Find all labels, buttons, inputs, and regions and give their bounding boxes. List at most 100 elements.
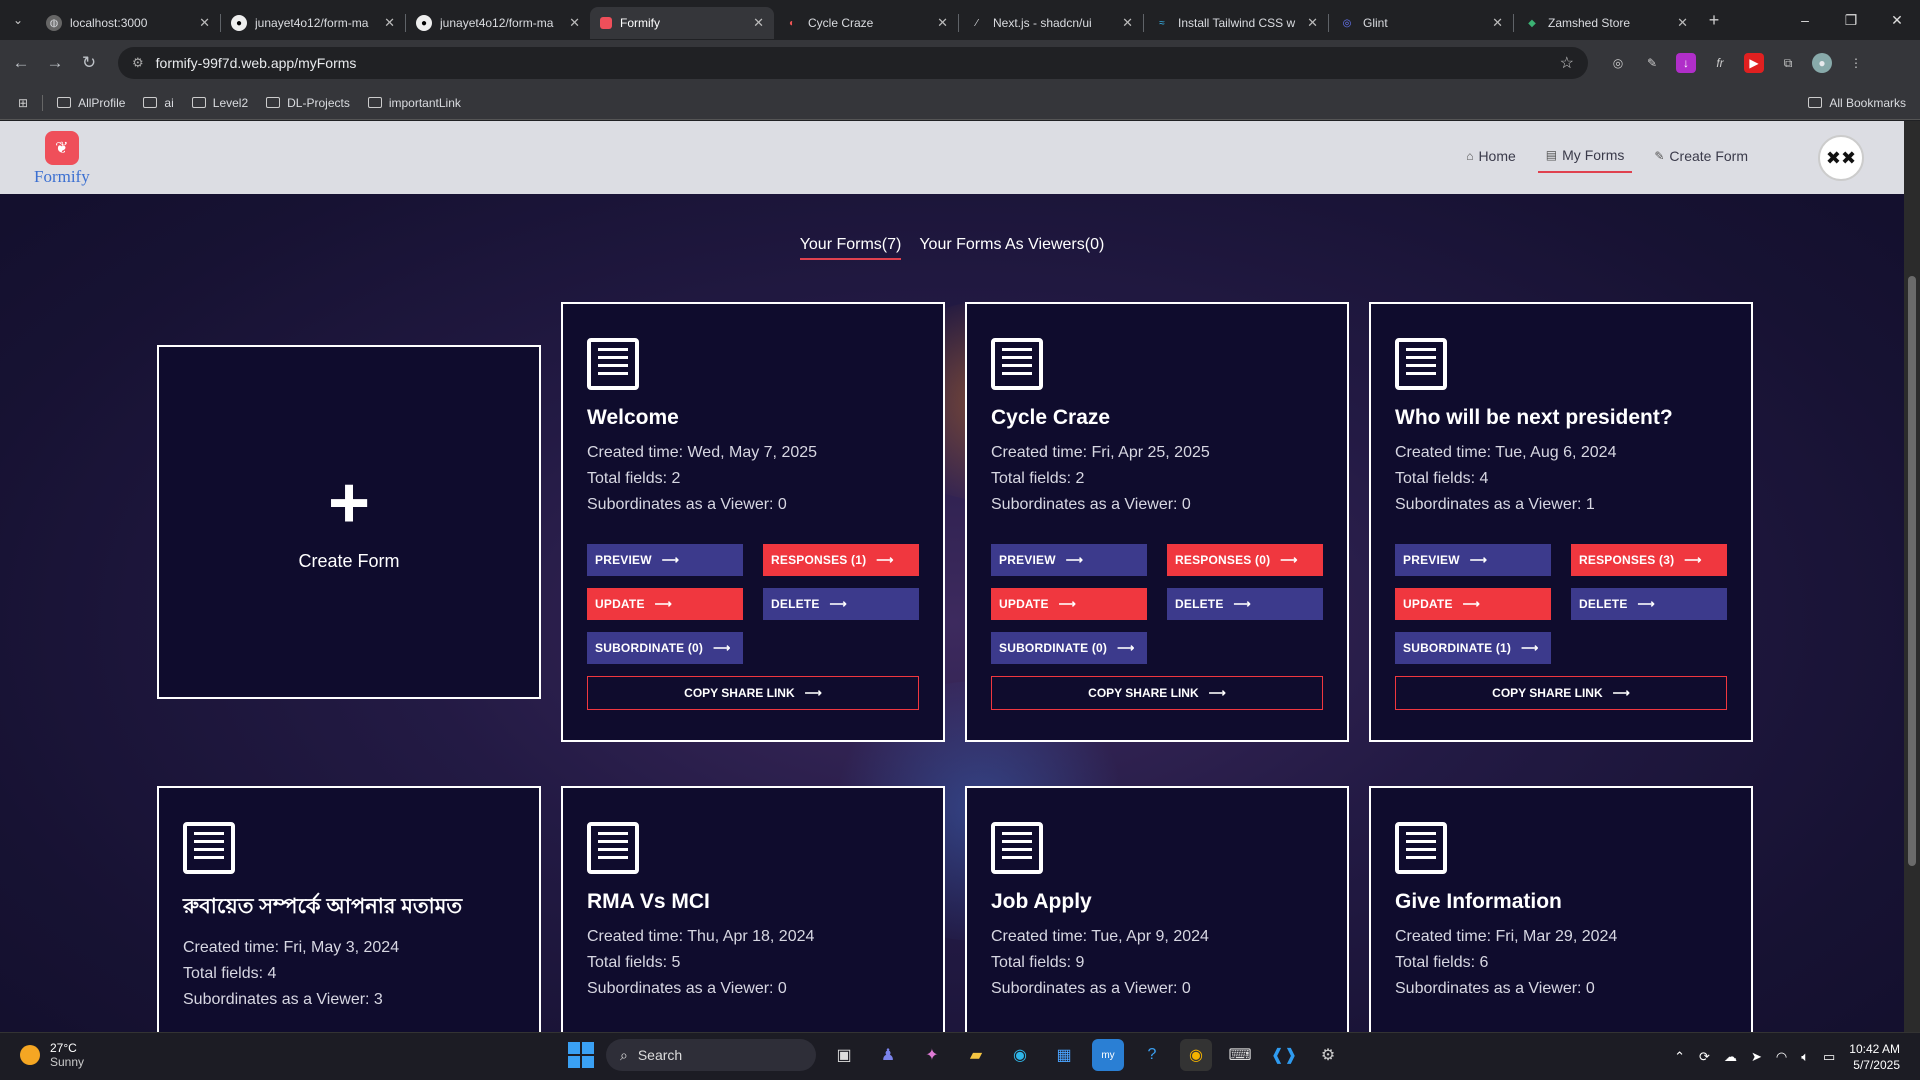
copy-share-link-button[interactable]: COPY SHARE LINK ⟶ (991, 676, 1323, 710)
site-settings-icon[interactable]: ⚙ (132, 55, 144, 71)
extension-youtube-icon[interactable]: ▶ (1744, 53, 1764, 73)
apps-grid-icon[interactable]: ⊞ (18, 96, 28, 110)
vscode-icon[interactable]: ❰❱ (1268, 1039, 1300, 1071)
subordinate-button[interactable]: SUBORDINATE (0) ⟶ (587, 632, 743, 664)
cloud-icon[interactable]: ☁ (1724, 1049, 1737, 1065)
weather-widget[interactable]: 27°C Sunny (20, 1041, 84, 1069)
close-icon[interactable]: ✕ (1492, 15, 1503, 31)
delete-button[interactable]: DELETE ⟶ (1571, 588, 1727, 620)
back-icon[interactable]: ← (4, 53, 38, 73)
button-label: DELETE (771, 597, 820, 611)
nav-my-forms[interactable]: ▤ My Forms (1537, 143, 1633, 173)
task-view-icon[interactable]: ▣ (828, 1039, 860, 1071)
settings-gear-icon[interactable]: ⚙ (1312, 1039, 1344, 1071)
subordinate-button[interactable]: SUBORDINATE (1) ⟶ (1395, 632, 1551, 664)
update-button[interactable]: UPDATE ⟶ (991, 588, 1147, 620)
volume-icon[interactable]: 🔈︎ (1801, 1049, 1809, 1065)
copy-share-link-button[interactable]: COPY SHARE LINK ⟶ (587, 676, 919, 710)
browser-tab[interactable]: ⁄ Next.js - shadcn/ui ✕ (959, 7, 1143, 39)
bookmark-folder[interactable]: Level2 (191, 96, 248, 110)
browser-tab-active[interactable]: Formify ✕ (590, 7, 774, 39)
mysql-icon[interactable]: my (1092, 1039, 1124, 1071)
chevron-up-icon[interactable]: ⌃ (1674, 1049, 1685, 1065)
minimize-icon[interactable]: – (1782, 0, 1828, 40)
browser-tab[interactable]: ● junayet4o12/form-ma ✕ (221, 7, 405, 39)
nav-create-form[interactable]: ✎ Create Form (1646, 143, 1756, 173)
bookmark-folder[interactable]: DL-Projects (266, 96, 350, 110)
scrollbar-thumb[interactable] (1908, 276, 1916, 866)
help-icon[interactable]: ? (1136, 1039, 1168, 1071)
responses-button[interactable]: RESPONSES (0) ⟶ (1167, 544, 1323, 576)
extensions-puzzle-icon[interactable]: ⧉ (1778, 53, 1798, 73)
bookmark-folder[interactable]: AllProfile (57, 96, 125, 110)
bookmark-folder[interactable]: importantLink (367, 96, 461, 110)
bookmark-folder[interactable]: ai (143, 96, 174, 110)
form-total-fields: Total fields: 6 (1395, 954, 1489, 971)
preview-button[interactable]: PREVIEW ⟶ (991, 544, 1147, 576)
windows-start-icon[interactable] (568, 1042, 594, 1068)
address-bar-row: ← → ↻ ⚙ formify-99f7d.web.app/myForms ☆ … (0, 40, 1920, 86)
button-label: UPDATE (595, 597, 645, 611)
preview-button[interactable]: PREVIEW ⟶ (587, 544, 743, 576)
tab-your-forms[interactable]: Your Forms(7) (799, 236, 902, 260)
sync-icon[interactable]: ⟳ (1699, 1049, 1710, 1065)
preview-button[interactable]: PREVIEW ⟶ (1395, 544, 1551, 576)
send-icon[interactable]: ➤ (1751, 1049, 1762, 1065)
browser-tab[interactable]: ● junayet4o12/form-ma ✕ (406, 7, 590, 39)
browser-menu-icon[interactable]: ⋮ (1846, 53, 1866, 73)
close-icon[interactable]: ✕ (937, 15, 948, 31)
chrome-icon[interactable]: ◉ (1180, 1039, 1212, 1071)
bookmark-star-icon[interactable]: ☆ (1560, 53, 1574, 73)
profile-icon[interactable]: ● (1812, 53, 1832, 73)
update-button[interactable]: UPDATE ⟶ (1395, 588, 1551, 620)
responses-button[interactable]: RESPONSES (3) ⟶ (1571, 544, 1727, 576)
delete-button[interactable]: DELETE ⟶ (763, 588, 919, 620)
subordinate-button[interactable]: SUBORDINATE (0) ⟶ (991, 632, 1147, 664)
file-explorer-icon[interactable]: ▰ (960, 1039, 992, 1071)
close-window-icon[interactable]: ✕ (1874, 0, 1920, 40)
browser-tab[interactable]: ◎ Glint ✕ (1329, 7, 1513, 39)
restore-icon[interactable]: ❐ (1828, 0, 1874, 40)
delete-button[interactable]: DELETE ⟶ (1167, 588, 1323, 620)
extension-target-icon[interactable]: ◎ (1608, 53, 1628, 73)
tab-search-icon[interactable]: ⌄ (0, 0, 36, 40)
app-logo[interactable]: ❦ Formify (34, 131, 90, 187)
extension-fx-icon[interactable]: fr (1710, 53, 1730, 73)
taskbar-search[interactable]: ⌕ Search (606, 1039, 816, 1071)
all-bookmarks[interactable]: All Bookmarks (1808, 96, 1906, 110)
close-icon[interactable]: ✕ (1307, 15, 1318, 31)
terminal-icon[interactable]: ⌨ (1224, 1039, 1256, 1071)
edge-icon[interactable]: ◉ (1004, 1039, 1036, 1071)
teams-icon[interactable]: ♟ (872, 1039, 904, 1071)
copy-share-link-button[interactable]: COPY SHARE LINK ⟶ (1395, 676, 1727, 710)
avatar[interactable]: ✖✖ (1818, 135, 1864, 181)
url-input[interactable]: ⚙ formify-99f7d.web.app/myForms ☆ (118, 47, 1588, 79)
forward-icon[interactable]: → (38, 53, 72, 73)
close-icon[interactable]: ✕ (1122, 15, 1133, 31)
responses-button[interactable]: RESPONSES (1) ⟶ (763, 544, 919, 576)
close-icon[interactable]: ✕ (199, 15, 210, 31)
browser-tab[interactable]: ≈ Install Tailwind CSS w ✕ (1144, 7, 1328, 39)
reload-icon[interactable]: ↻ (72, 53, 106, 73)
close-icon[interactable]: ✕ (384, 15, 395, 31)
close-icon[interactable]: ✕ (569, 15, 580, 31)
copilot-icon[interactable]: ✦ (916, 1039, 948, 1071)
page-scrollbar[interactable] (1904, 121, 1920, 1032)
folder-icon (266, 97, 281, 108)
extension-download-icon[interactable]: ↓ (1676, 53, 1696, 73)
battery-icon[interactable]: ▭ (1823, 1049, 1835, 1065)
wifi-icon[interactable]: ◠ (1776, 1049, 1787, 1065)
update-button[interactable]: UPDATE ⟶ (587, 588, 743, 620)
clock[interactable]: 10:42 AM 5/7/2025 (1849, 1041, 1900, 1073)
browser-tab[interactable]: ◆ Zamshed Store ✕ (1514, 7, 1698, 39)
browser-tab[interactable]: ◐ Cycle Craze ✕ (774, 7, 958, 39)
nav-home[interactable]: ⌂ Home (1458, 143, 1524, 173)
browser-tab[interactable]: ◍ localhost:3000 ✕ (36, 7, 220, 39)
close-icon[interactable]: ✕ (753, 15, 764, 31)
close-icon[interactable]: ✕ (1677, 15, 1688, 31)
tab-forms-as-viewers[interactable]: Your Forms As Viewers(0) (919, 236, 1104, 260)
new-tab-icon[interactable]: + (1698, 10, 1730, 31)
store-icon[interactable]: ▦ (1048, 1039, 1080, 1071)
create-form-card[interactable]: + Create Form (157, 345, 541, 699)
extension-eyedropper-icon[interactable]: ✎ (1642, 53, 1662, 73)
